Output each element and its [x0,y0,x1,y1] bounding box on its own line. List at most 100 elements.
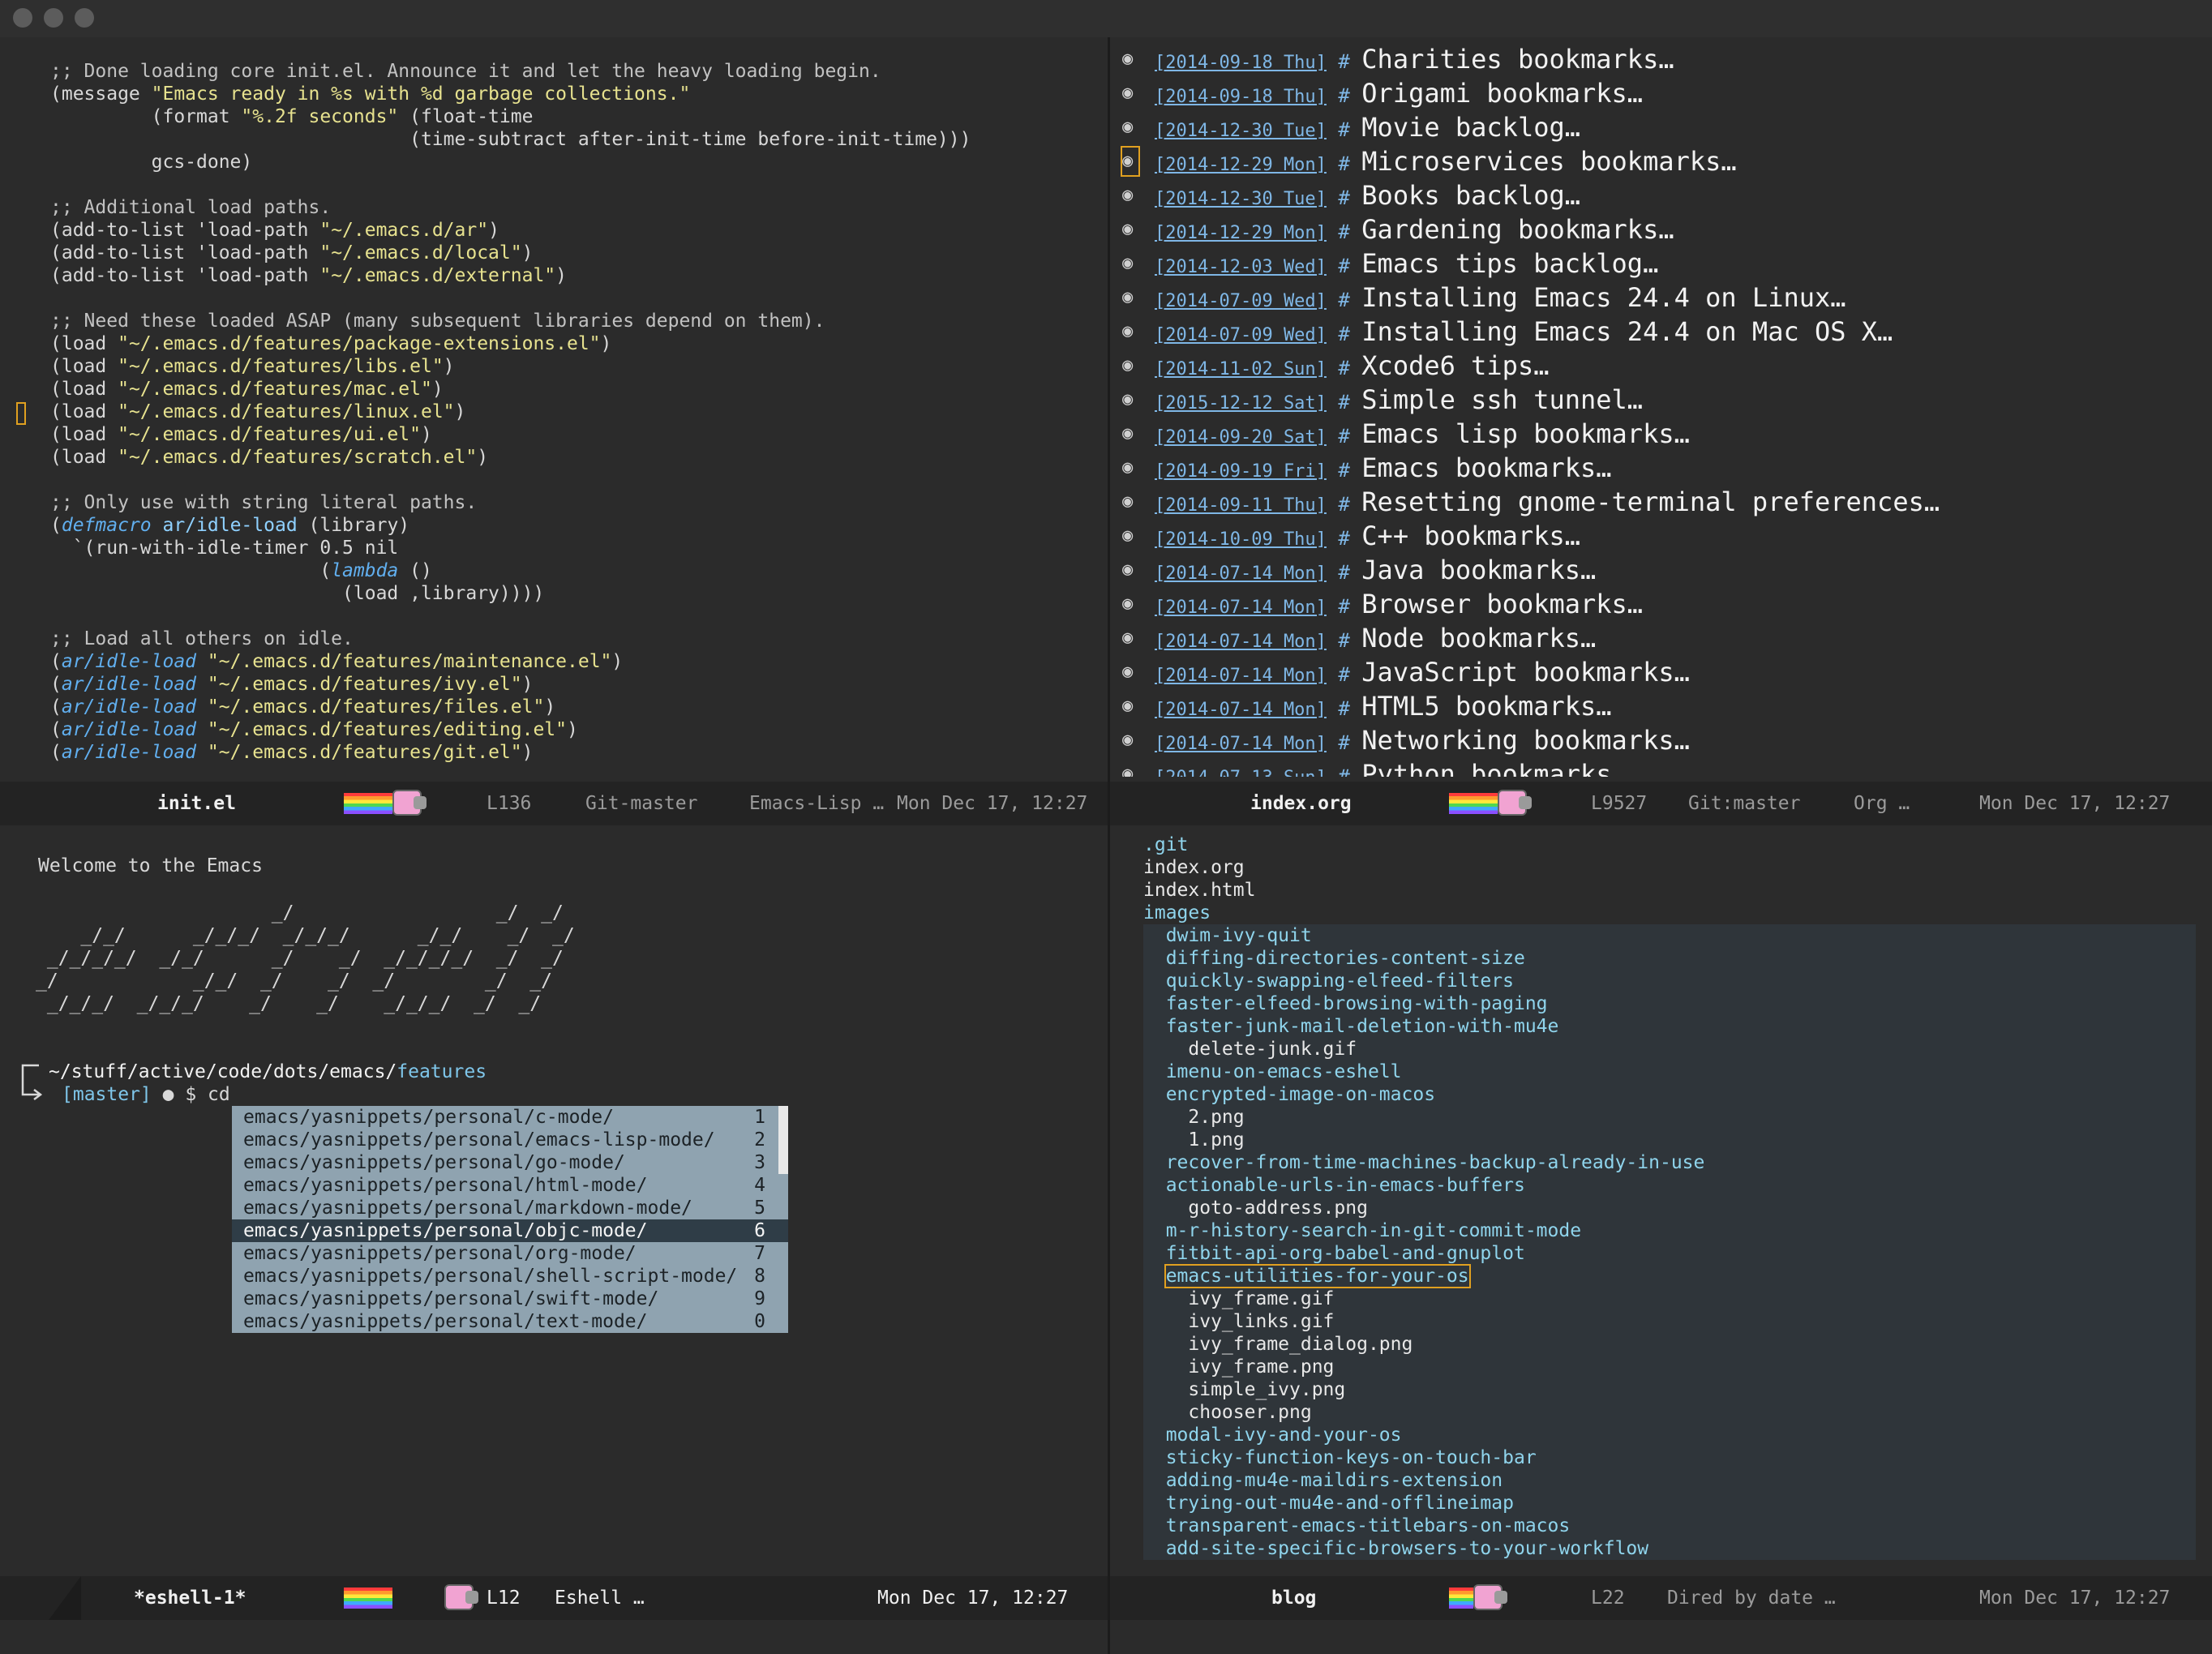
org-heading-title[interactable]: Python bookmarks… [1361,759,1627,777]
org-heading[interactable]: ◉ [2014-12-29 Mon] # Microservices bookma… [1111,144,2206,178]
org-heading-title[interactable]: Movie backlog… [1361,112,1580,143]
org-timestamp[interactable]: [2014-07-14 Mon] [1155,598,1327,618]
completion-item[interactable]: emacs/yasnippets/personal/markdown-mode/… [232,1197,788,1219]
dired-directory-row[interactable]: adding-mu4e-maildirs-extension [1143,1469,2196,1492]
org-timestamp[interactable]: [2014-07-13 Sun] [1155,768,1327,777]
org-heading[interactable]: ◉ [2014-11-02 Sun] # Xcode6 tips… [1111,349,2206,383]
org-timestamp[interactable]: [2014-12-29 Mon] [1155,223,1327,243]
completion-item[interactable]: emacs/yasnippets/personal/shell-script-m… [232,1265,788,1288]
completion-popup[interactable]: emacs/yasnippets/personal/c-mode/1 emacs/… [232,1106,788,1333]
prompt-input-line[interactable]: [master] ● $ cd [62,1083,230,1106]
completion-item[interactable]: emacs/yasnippets/personal/text-mode/0 [232,1310,788,1333]
dired-directory-row[interactable]: diffing-directories-content-size [1143,947,2196,970]
init-el-editor-pane[interactable]: ;; Done loading core init.el. Announce i… [50,60,1096,777]
dired-directory-row[interactable]: trying-out-mu4e-and-offlineimap [1143,1492,2196,1515]
org-heading[interactable]: ◉ [2014-07-09 Wed] # Installing Emacs 24.… [1111,315,2206,349]
org-heading[interactable]: ◉ [2014-12-29 Mon] # Gardening bookmarks… [1111,212,2206,246]
org-timestamp[interactable]: [2014-10-09 Thu] [1155,529,1327,550]
modeline-major-mode[interactable]: Emacs-Lisp … [749,782,884,825]
dired-directory-row[interactable]: sticky-function-keys-on-touch-bar [1143,1446,2196,1469]
org-heading-title[interactable]: Emacs tips backlog… [1361,248,1658,279]
dired-file-row[interactable]: simple_ivy.png [1143,1378,2196,1401]
org-timestamp[interactable]: [2014-07-09 Wed] [1155,291,1327,311]
modeline-vc-branch[interactable]: Git-master [585,782,697,825]
zoom-window-button[interactable] [75,8,94,28]
org-heading-title[interactable]: C++ bookmarks… [1361,521,1580,551]
dired-directory-row[interactable]: .git [1143,833,2196,856]
org-timestamp[interactable]: [2014-12-29 Mon] [1155,155,1327,175]
org-heading[interactable]: ◉ [2015-12-12 Sat] # Simple ssh tunnel… [1111,383,2206,417]
org-heading[interactable]: ◉ [2014-10-09 Thu] # C++ bookmarks… [1111,519,2206,553]
org-heading-title[interactable]: Browser bookmarks… [1361,589,1643,619]
org-heading-title[interactable]: Xcode6 tips… [1361,350,1549,381]
modeline-buffer-name[interactable]: index.org [1250,782,1352,825]
org-timestamp[interactable]: [2014-07-14 Mon] [1155,666,1327,686]
org-heading-title[interactable]: Java bookmarks… [1361,555,1596,585]
org-timestamp[interactable]: [2014-07-09 Wed] [1155,325,1327,345]
dired-file-row[interactable]: 2.png [1143,1106,2196,1129]
org-heading[interactable]: ◉ [2014-07-14 Mon] # Browser bookmarks… [1111,587,2206,621]
completion-item[interactable]: emacs/yasnippets/personal/c-mode/1 [232,1106,788,1129]
modeline-major-mode[interactable]: Org … [1854,782,1910,825]
org-heading-title[interactable]: Books backlog… [1361,180,1580,211]
completion-item[interactable]: emacs/yasnippets/personal/swift-mode/9 [232,1288,788,1310]
dired-directory-row[interactable]: transparent-emacs-titlebars-on-macos [1143,1515,2196,1537]
dired-directory-row[interactable]: m-r-history-search-in-git-commit-mode [1143,1219,2196,1242]
dired-file-row[interactable]: goto-address.png [1143,1197,2196,1219]
org-heading-title[interactable]: Gardening bookmarks… [1361,214,1674,245]
org-heading[interactable]: ◉ [2014-07-14 Mon] # Networking bookmarks… [1111,723,2206,757]
dired-directory-row[interactable]: actionable-urls-in-emacs-buffers [1143,1174,2196,1197]
dired-directory-row[interactable]: dwim-ivy-quit [1143,924,2196,947]
dired-directory-row[interactable]: fitbit-api-org-babel-and-gnuplot [1143,1242,2196,1265]
org-timestamp[interactable]: [2014-07-14 Mon] [1155,734,1327,754]
org-heading-title[interactable]: Installing Emacs 24.4 on Linux… [1361,282,1845,313]
org-heading-title[interactable]: Node bookmarks… [1361,623,1596,653]
org-timestamp[interactable]: [2014-12-30 Tue] [1155,189,1327,209]
dired-directory-row[interactable]: quickly-swapping-elfeed-filters [1143,970,2196,992]
org-heading-title[interactable]: Charities bookmarks… [1361,44,1674,75]
org-timestamp[interactable]: [2014-09-18 Thu] [1155,87,1327,107]
org-timestamp[interactable]: [2014-09-20 Sat] [1155,427,1327,448]
completion-item[interactable]: emacs/yasnippets/personal/html-mode/4 [232,1174,788,1197]
org-timestamp[interactable]: [2014-12-03 Wed] [1155,257,1327,277]
org-heading[interactable]: ◉ [2014-09-20 Sat] # Emacs lisp bookmarks… [1111,417,2206,451]
dired-file-row[interactable]: ivy_links.gif [1143,1310,2196,1333]
dired-directory-row[interactable]: emacs-utilities-for-your-os [1143,1264,2196,1288]
completion-item[interactable]: emacs/yasnippets/personal/org-mode/7 [232,1242,788,1265]
org-heading-title[interactable]: Networking bookmarks… [1361,725,1690,756]
dired-directory-row[interactable]: recover-from-time-machines-backup-alread… [1143,1151,2196,1174]
org-timestamp[interactable]: [2015-12-12 Sat] [1155,393,1327,414]
dired-directory-row[interactable]: modal-ivy-and-your-os [1143,1424,2196,1446]
org-heading-title[interactable]: Installing Emacs 24.4 on Mac OS X… [1361,316,1893,347]
dired-directory-row[interactable]: faster-junk-mail-deletion-with-mu4e [1143,1015,2196,1038]
completion-item[interactable]: emacs/yasnippets/personal/emacs-lisp-mod… [232,1129,788,1151]
dired-directory-row[interactable]: imenu-on-emacs-eshell [1143,1061,2196,1083]
dired-file-row[interactable]: index.org [1143,856,2196,879]
minimize-window-button[interactable] [44,8,63,28]
org-heading[interactable]: ◉ [2014-12-30 Tue] # Movie backlog… [1111,110,2206,144]
prompt-command[interactable]: $ cd [174,1084,229,1105]
org-heading[interactable]: ◉ [2014-07-09 Wed] # Installing Emacs 24.… [1111,281,2206,315]
dired-file-row[interactable]: index.html [1143,879,2196,902]
org-heading-title[interactable]: HTML5 bookmarks… [1361,691,1611,722]
modeline-buffer-name[interactable]: *eshell-1* [134,1576,246,1620]
dired-directory-row[interactable]: encrypted-image-on-macos [1143,1083,2196,1106]
index-org-pane[interactable]: ◉ [2014-09-18 Thu] # Charities bookmarks…… [1111,42,2206,777]
org-heading-title[interactable]: Resetting gnome-terminal preferences… [1361,486,1940,517]
org-heading[interactable]: ◉ [2014-12-03 Wed] # Emacs tips backlog… [1111,246,2206,281]
completion-item-selected[interactable]: emacs/yasnippets/personal/objc-mode/6 [232,1219,788,1242]
org-heading[interactable]: ◉ [2014-07-14 Mon] # Node bookmarks… [1111,621,2206,655]
org-heading[interactable]: ◉ [2014-09-19 Fri] # Emacs bookmarks… [1111,451,2206,485]
org-timestamp[interactable]: [2014-07-14 Mon] [1155,563,1327,584]
dired-directory-row[interactable]: faster-elfeed-browsing-with-paging [1143,992,2196,1015]
org-timestamp[interactable]: [2014-11-02 Sun] [1155,359,1327,379]
org-heading-title[interactable]: Simple ssh tunnel… [1361,384,1643,415]
close-window-button[interactable] [13,8,32,28]
org-timestamp[interactable]: [2014-09-11 Thu] [1155,495,1327,516]
dired-blog-pane[interactable]: .git index.org index.html images dwim-ivy-q… [1143,833,2196,1573]
modeline-buffer-name[interactable]: blog [1271,1576,1316,1620]
org-heading-title[interactable]: Origami bookmarks… [1361,78,1643,109]
org-heading[interactable]: ◉ [2014-09-11 Thu] # Resetting gnome-term… [1111,485,2206,519]
org-heading-title[interactable]: JavaScript bookmarks… [1361,657,1690,688]
org-timestamp[interactable]: [2014-09-18 Thu] [1155,53,1327,73]
